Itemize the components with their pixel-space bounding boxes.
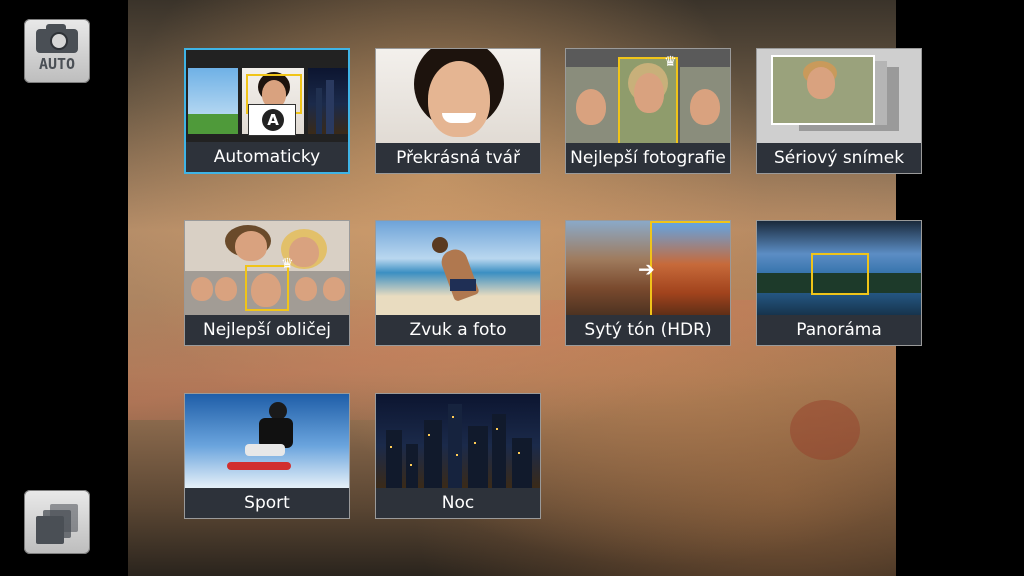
viewfinder-banknote-seal xyxy=(790,400,860,460)
mode-tile-panorama[interactable]: Panoráma xyxy=(756,220,922,346)
mode-list-toggle-button[interactable] xyxy=(24,490,90,554)
mode-tile-burst-shot[interactable]: Sériový snímek xyxy=(756,48,922,174)
mode-tile-rich-tone-hdr[interactable]: ➔ Sytý tón (HDR) xyxy=(565,220,731,346)
stack-icon xyxy=(36,516,64,544)
crown-icon: ♛ xyxy=(281,256,294,272)
mode-label: Sériový snímek xyxy=(757,143,921,173)
mode-thumbnail xyxy=(757,49,921,143)
camera-lens-icon xyxy=(50,32,68,50)
mode-label: Zvuk a foto xyxy=(376,315,540,345)
shooting-mode-button[interactable]: AUTO xyxy=(24,19,90,83)
crown-icon: ♛ xyxy=(664,54,677,70)
mode-tile-best-face[interactable]: ♛ Nejlepší obličej xyxy=(184,220,350,346)
mode-thumbnail xyxy=(376,49,540,143)
mode-thumbnail: ➔ xyxy=(566,221,730,315)
mode-tile-sound-and-shot[interactable]: Zvuk a foto xyxy=(375,220,541,346)
mode-thumbnail: ♛ xyxy=(566,49,730,143)
auto-label: AUTO xyxy=(38,55,76,73)
mode-label: Nejlepší fotografie xyxy=(566,143,730,173)
auto-mode-icon: A xyxy=(248,104,296,136)
mode-label: Automaticky xyxy=(186,142,348,172)
mode-tile-beauty-face[interactable]: Překrásná tvář xyxy=(375,48,541,174)
mode-label: Sport xyxy=(185,488,349,518)
mode-tile-night[interactable]: Noc xyxy=(375,393,541,519)
mode-tile-sport[interactable]: Sport xyxy=(184,393,350,519)
mode-tile-automaticky[interactable]: A Automaticky xyxy=(184,48,350,174)
mode-label: Sytý tón (HDR) xyxy=(566,315,730,345)
mode-thumbnail: A xyxy=(186,50,348,142)
mode-thumbnail xyxy=(757,221,921,315)
mode-thumbnail xyxy=(376,221,540,315)
mode-thumbnail: ♛ xyxy=(185,221,349,315)
mode-label: Panoráma xyxy=(757,315,921,345)
mode-label: Nejlepší obličej xyxy=(185,315,349,345)
mode-label: Noc xyxy=(376,488,540,518)
arrow-right-icon: ➔ xyxy=(638,257,655,281)
mode-tile-best-photo[interactable]: ♛ Nejlepší fotografie xyxy=(565,48,731,174)
mode-label: Překrásná tvář xyxy=(376,143,540,173)
mode-thumbnail xyxy=(185,394,349,488)
mode-thumbnail xyxy=(376,394,540,488)
